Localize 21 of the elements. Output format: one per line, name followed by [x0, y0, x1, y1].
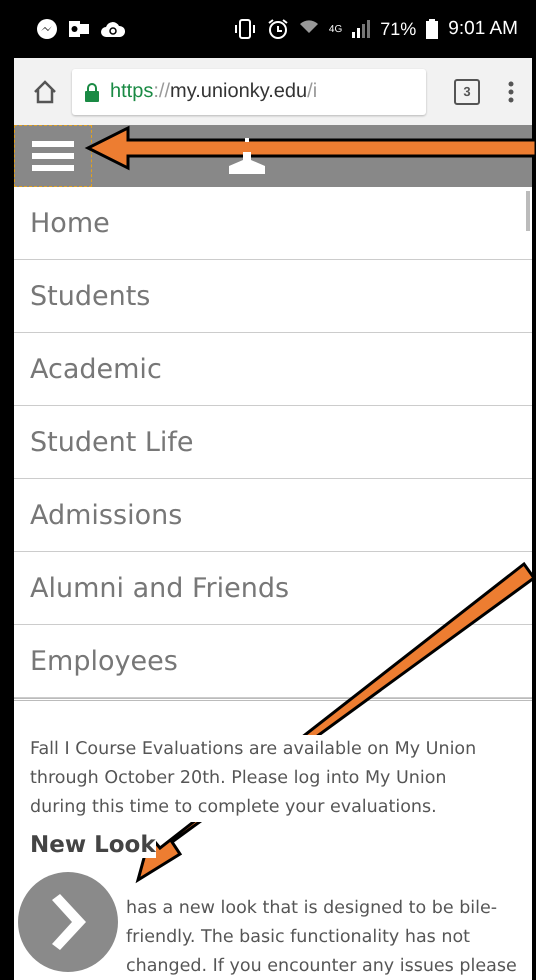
- menu-item[interactable]: Home: [14, 187, 532, 260]
- section-heading: New Look: [30, 832, 156, 858]
- paragraph-text: has a new look that is designed to be bile-friendly. The basic functionality has not changed. If you encounter any issues please: [126, 897, 518, 978]
- address-bar[interactable]: https://my.unionky.edu/i: [72, 68, 426, 114]
- alarm-icon: [266, 18, 289, 40]
- battery-percent: 71%: [380, 18, 416, 40]
- battery-icon: [426, 19, 438, 39]
- tab-count-button[interactable]: 3: [454, 78, 480, 104]
- home-icon[interactable]: [32, 80, 58, 104]
- more-icon[interactable]: [508, 80, 514, 102]
- menu-item[interactable]: Students: [14, 260, 532, 333]
- lock-icon: [84, 82, 100, 102]
- network-label: 4G: [328, 24, 342, 34]
- signal-icon: [352, 20, 370, 38]
- menu-item[interactable]: Academic: [14, 333, 532, 406]
- scrollbar: [526, 191, 530, 231]
- menu-item[interactable]: Admissions: [14, 479, 532, 552]
- cloud-icon: [100, 19, 126, 39]
- clock-time: 9:01 AM: [448, 18, 518, 40]
- menu-item[interactable]: Student Life: [14, 406, 532, 479]
- vibrate-icon: [232, 18, 257, 40]
